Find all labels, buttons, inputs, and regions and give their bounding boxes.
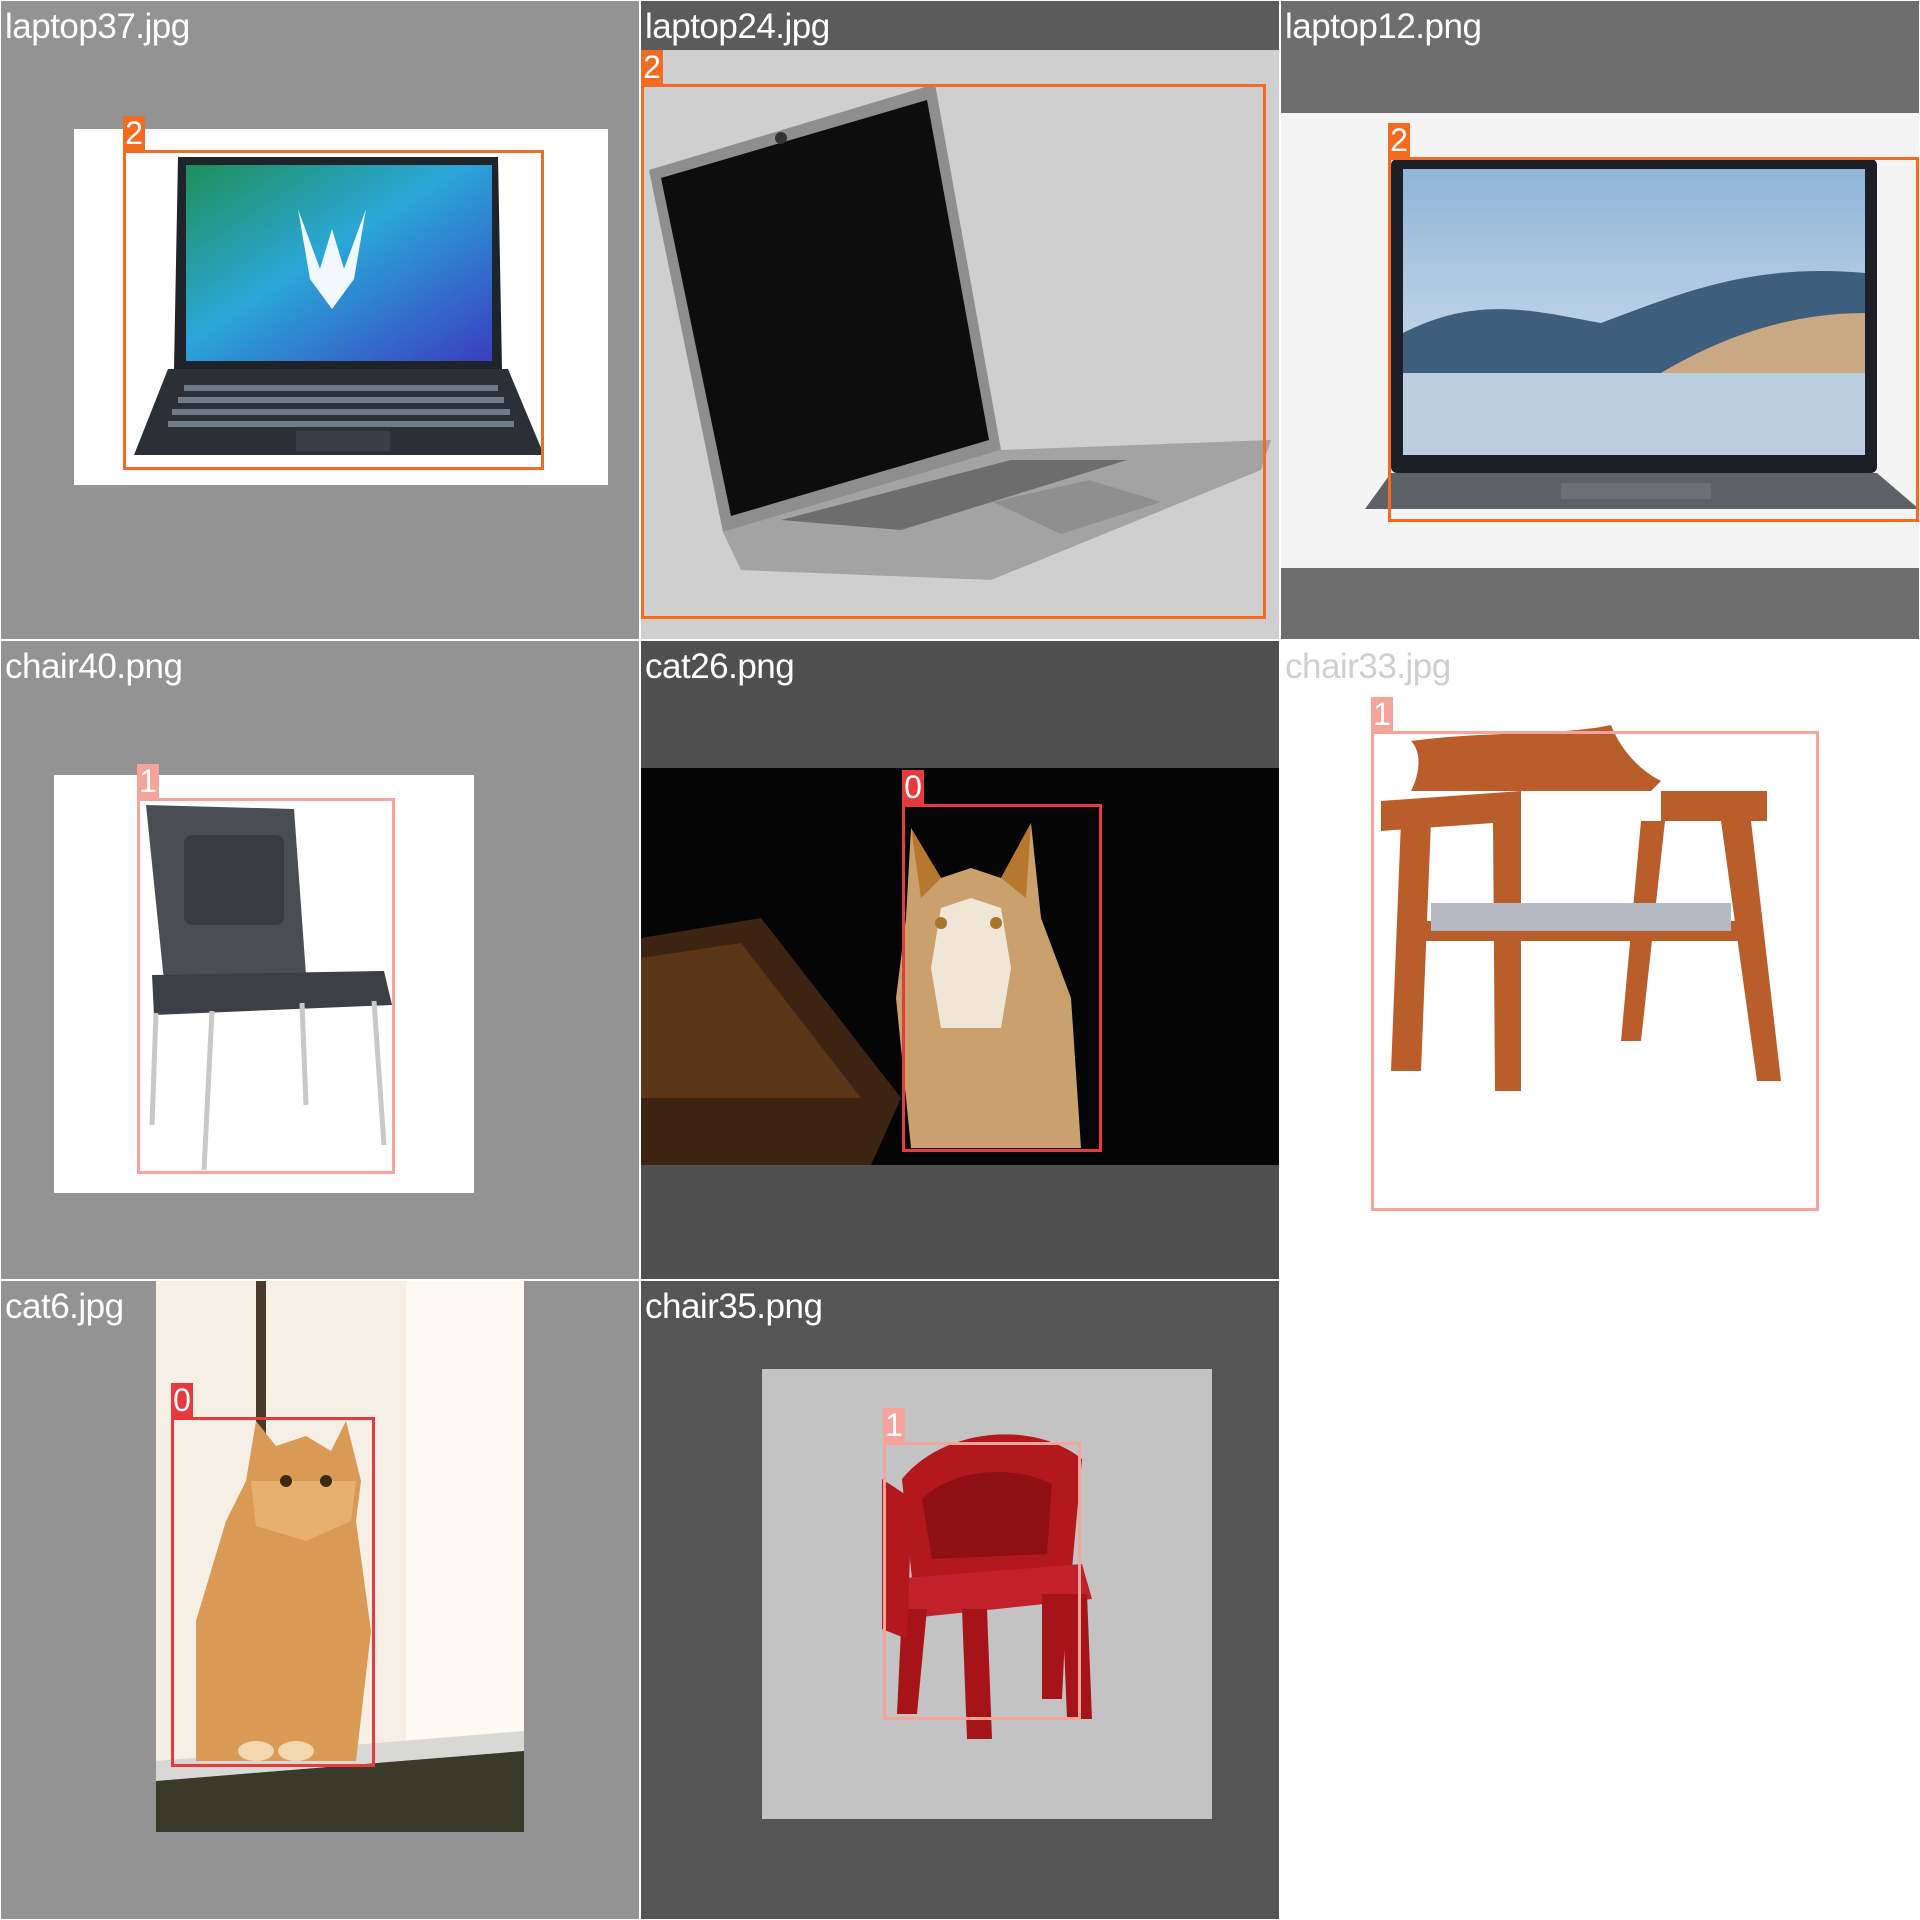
class-label: 2 [641,50,663,84]
filename-label: laptop12.png [1285,7,1482,46]
bounding-box [1388,157,1919,522]
class-label: 0 [171,1383,193,1417]
class-label: 1 [137,764,159,798]
bounding-box [123,150,544,470]
filename-label: laptop24.jpg [645,7,830,46]
bounding-box [171,1417,375,1767]
filename-label: laptop37.jpg [5,7,190,46]
class-label: 1 [1371,697,1393,731]
filename-label: chair40.png [5,647,183,686]
tile-chair40: 1 chair40.png [1,641,639,1279]
filename-label: chair35.png [645,1287,823,1326]
bounding-box [902,804,1102,1152]
class-label: 2 [123,116,145,150]
bounding-box [137,798,395,1174]
filename-label: chair33.jpg [1285,647,1451,686]
filename-label: cat26.png [645,647,795,686]
bounding-box [641,84,1266,619]
bounding-box [1371,731,1819,1211]
class-label: 2 [1388,123,1410,157]
class-label: 0 [902,770,924,804]
tile-chair33: 1 chair33.jpg [1281,641,1919,1279]
tile-cat6: 0 cat6.jpg [1,1281,639,1919]
tile-laptop24: 2 laptop24.jpg [641,1,1279,639]
tile-chair35: 1 chair35.png [641,1281,1279,1919]
tile-laptop37: 2 laptop37.jpg [1,1,639,639]
detection-mosaic: 2 laptop37.jpg 2 laptop24.jpg 2 laptop12… [0,0,1920,1920]
tile-cat26: 0 cat26.png [641,641,1279,1279]
bounding-box [883,1442,1081,1720]
filename-label: cat6.jpg [5,1287,124,1326]
tile-laptop12: 2 laptop12.png [1281,1,1919,639]
class-label: 1 [883,1408,905,1442]
